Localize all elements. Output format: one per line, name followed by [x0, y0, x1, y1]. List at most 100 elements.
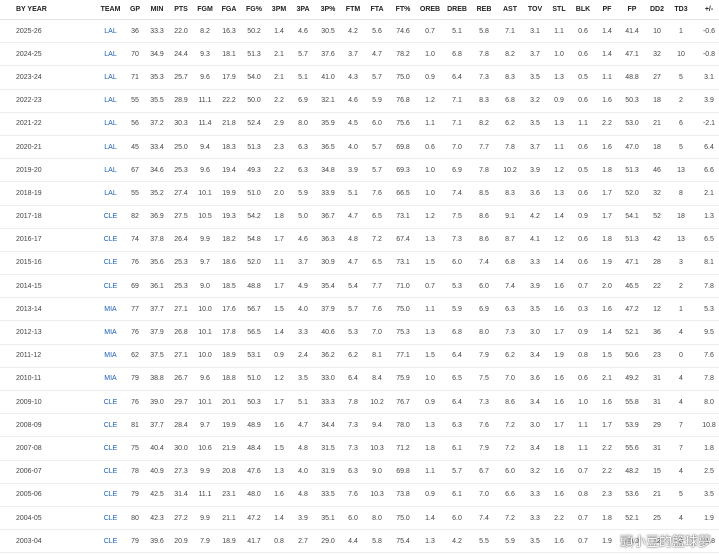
stat-cell: 7.4 — [471, 251, 497, 276]
column-header[interactable]: OREB — [417, 0, 443, 20]
stat-cell: 1.8 — [693, 436, 719, 461]
column-header[interactable]: TEAM — [96, 0, 125, 20]
team-link[interactable]: CLE — [96, 251, 125, 276]
team-link[interactable]: CLE — [96, 390, 125, 415]
team-link[interactable]: LAL — [96, 158, 125, 183]
team-link[interactable]: MIA — [96, 297, 125, 322]
column-header[interactable]: MIN — [145, 0, 169, 20]
column-header[interactable]: FP — [619, 0, 645, 20]
stat-cell: 8.6 — [471, 228, 497, 252]
stat-cell: 7.4 — [443, 181, 471, 206]
stat-cell: 69 — [125, 274, 145, 299]
column-header[interactable]: REB — [471, 0, 497, 20]
team-link[interactable]: LAL — [96, 19, 125, 44]
stat-cell: 3.4 — [523, 390, 547, 415]
stat-cell: 33.5 — [315, 483, 341, 507]
team-link[interactable]: CLE — [96, 483, 125, 507]
stat-cell: 30.3 — [169, 112, 193, 136]
stat-cell: 1.2 — [547, 228, 571, 252]
stat-cell: 9.4 — [193, 135, 217, 160]
column-header[interactable]: +/- — [693, 0, 719, 20]
column-header[interactable]: STL — [547, 0, 571, 20]
team-link[interactable]: LAL — [96, 135, 125, 160]
table-row: 2025-26 LAL 36 33.3 22.0 8.2 16.3 50.2 1.4 4.6 30.… — [0, 19, 719, 44]
stat-cell: 4.4 — [341, 529, 365, 554]
stat-cell: 1.0 — [417, 158, 443, 183]
team-link[interactable]: CLE — [96, 460, 125, 484]
column-header[interactable]: PTS — [169, 0, 193, 20]
stat-cell: 75 — [125, 436, 145, 461]
team-link[interactable]: MIA — [96, 344, 125, 368]
stat-cell: 10.6 — [193, 436, 217, 461]
column-header[interactable]: AST — [497, 0, 523, 20]
stat-cell: 26.4 — [169, 228, 193, 252]
column-header[interactable]: BY YEAR — [0, 0, 96, 20]
team-link[interactable]: LAL — [96, 42, 125, 67]
column-header[interactable]: 3PA — [291, 0, 315, 20]
column-header[interactable]: DD2 — [645, 0, 669, 20]
team-link[interactable]: LAL — [96, 112, 125, 136]
column-header[interactable]: FGM — [193, 0, 217, 20]
stat-cell: 20.1 — [217, 390, 241, 415]
stat-cell: 9.4 — [365, 413, 389, 438]
stat-cell: 3.5 — [291, 367, 315, 392]
team-link[interactable]: CLE — [96, 274, 125, 299]
column-header[interactable]: 3PM — [267, 0, 291, 20]
team-link[interactable]: CLE — [96, 506, 125, 531]
team-link[interactable]: LAL — [96, 65, 125, 90]
stat-cell: 7.7 — [365, 274, 389, 299]
watermark: 頭小豆的籃球夢 — [619, 535, 711, 550]
stat-cell: 3.5 — [523, 112, 547, 136]
column-header[interactable]: PF — [595, 0, 619, 20]
stat-cell: 2.4 — [291, 344, 315, 368]
column-header[interactable]: FTM — [341, 0, 365, 20]
column-header[interactable]: FTA — [365, 0, 389, 20]
stat-cell: 1.6 — [547, 483, 571, 507]
team-link[interactable]: CLE — [96, 413, 125, 438]
stat-cell: 1.8 — [547, 436, 571, 461]
stat-cell: 1.3 — [547, 65, 571, 90]
stat-cell: 1.8 — [595, 506, 619, 531]
stat-cell: 47.1 — [619, 251, 645, 276]
column-header[interactable]: FGA — [217, 0, 241, 20]
team-link[interactable]: CLE — [96, 529, 125, 554]
stat-cell: 48.8 — [619, 65, 645, 90]
stat-cell: 4 — [669, 320, 693, 345]
column-header[interactable]: 3P% — [315, 0, 341, 20]
stat-cell: 10 — [669, 42, 693, 67]
team-link[interactable]: CLE — [96, 228, 125, 252]
stat-cell: 37.7 — [145, 413, 169, 438]
stat-cell: 35.6 — [145, 251, 169, 276]
stat-cell: 37.6 — [315, 42, 341, 67]
stat-cell: 0.5 — [571, 65, 595, 90]
team-link[interactable]: MIA — [96, 367, 125, 392]
stat-cell: 50.3 — [241, 390, 267, 415]
table-row: 2008-09 CLE 81 37.7 28.4 9.7 19.9 48.9 1.6 4.7 34.… — [0, 413, 719, 438]
stat-cell: 40.9 — [145, 460, 169, 484]
team-link[interactable]: MIA — [96, 320, 125, 345]
column-header[interactable]: FG% — [241, 0, 267, 20]
column-header[interactable]: BLK — [571, 0, 595, 20]
stat-cell: 0.3 — [571, 297, 595, 322]
column-header[interactable]: TD3 — [669, 0, 693, 20]
column-header[interactable]: DREB — [443, 0, 471, 20]
stat-cell: 5 — [669, 483, 693, 507]
team-link[interactable]: LAL — [96, 181, 125, 206]
column-header[interactable]: TOV — [523, 0, 547, 20]
season-cell: 2003-04 — [0, 529, 96, 554]
stat-cell: 55 — [125, 181, 145, 206]
column-header[interactable]: GP — [125, 0, 145, 20]
stat-cell: 76 — [125, 390, 145, 415]
team-link[interactable]: CLE — [96, 205, 125, 229]
team-link[interactable]: CLE — [96, 436, 125, 461]
stat-cell: 71.0 — [389, 274, 417, 299]
stat-cell: 2.2 — [595, 460, 619, 484]
stat-cell: 1.6 — [547, 460, 571, 484]
column-header[interactable]: FT% — [389, 0, 417, 20]
stat-cell: 22 — [645, 274, 669, 299]
team-link[interactable]: LAL — [96, 89, 125, 113]
stat-cell: 0.9 — [547, 89, 571, 113]
stat-cell: 78 — [125, 460, 145, 484]
stat-cell: 8 — [669, 181, 693, 206]
stat-cell: 5.3 — [341, 320, 365, 345]
